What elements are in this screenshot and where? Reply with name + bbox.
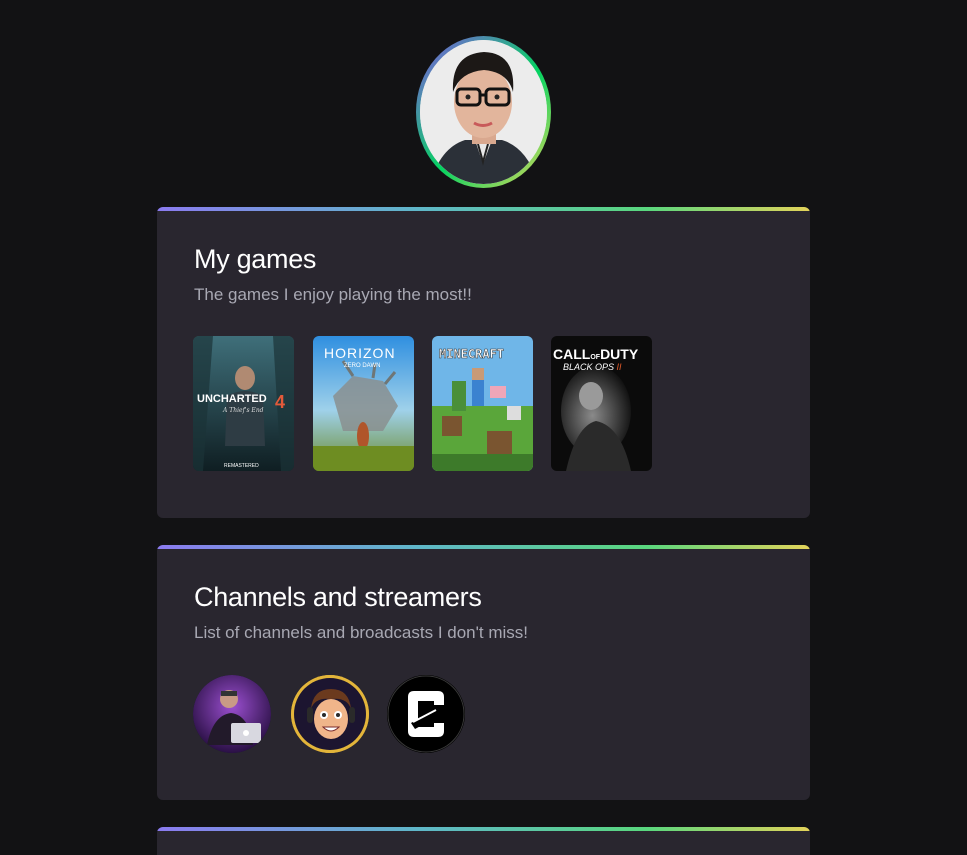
game-cover-minecraft[interactable]: MINECRAFT — [432, 336, 533, 471]
streamer-avatar-image — [193, 675, 271, 753]
channels-title: Channels and streamers — [194, 582, 482, 612]
games-subtitle: The games I enjoy playing the most!! — [194, 285, 472, 304]
channel-avatar-3[interactable] — [387, 675, 465, 753]
game-cover-image: MINECRAFT — [432, 336, 533, 471]
page: My games The games I enjoy playing the m… — [0, 0, 967, 855]
svg-text:4: 4 — [275, 392, 285, 412]
svg-text:A Thief's End: A Thief's End — [222, 407, 264, 414]
svg-text:ZERO DAWN: ZERO DAWN — [344, 363, 380, 369]
channel-avatar-2[interactable] — [291, 675, 369, 753]
game-cover-image: UNCHARTED 4 A Thief's End REMASTERED — [193, 336, 294, 471]
channel-avatar-1[interactable] — [193, 675, 271, 753]
avatar-photo — [420, 40, 547, 184]
third-card — [157, 827, 810, 855]
games-title: My games — [194, 244, 317, 274]
channels-subtitle: List of channels and broadcasts I don't … — [194, 623, 528, 642]
game-cover-horizon[interactable]: HORIZON ZERO DAWN — [313, 336, 414, 471]
svg-text:BLACK OPS II: BLACK OPS II — [563, 362, 622, 372]
svg-text:UNCHARTED: UNCHARTED — [197, 393, 267, 405]
streamer-logo-icon — [387, 675, 465, 753]
game-cover-cod[interactable]: CALLOFDUTY BLACK OPS II — [551, 336, 652, 471]
profile-avatar[interactable] — [416, 36, 551, 188]
game-cover-image: CALLOFDUTY BLACK OPS II — [551, 336, 652, 471]
game-cover-image: HORIZON ZERO DAWN — [313, 336, 414, 471]
games-card: My games The games I enjoy playing the m… — [157, 207, 810, 518]
streamer-avatar-image — [291, 675, 369, 753]
person-icon — [420, 40, 547, 184]
channels-card: Channels and streamers List of channels … — [157, 545, 810, 800]
game-cover-uncharted[interactable]: UNCHARTED 4 A Thief's End REMASTERED — [193, 336, 294, 471]
svg-text:REMASTERED: REMASTERED — [224, 463, 259, 469]
svg-text:MINECRAFT: MINECRAFT — [439, 347, 504, 361]
svg-text:HORIZON: HORIZON — [324, 345, 396, 361]
